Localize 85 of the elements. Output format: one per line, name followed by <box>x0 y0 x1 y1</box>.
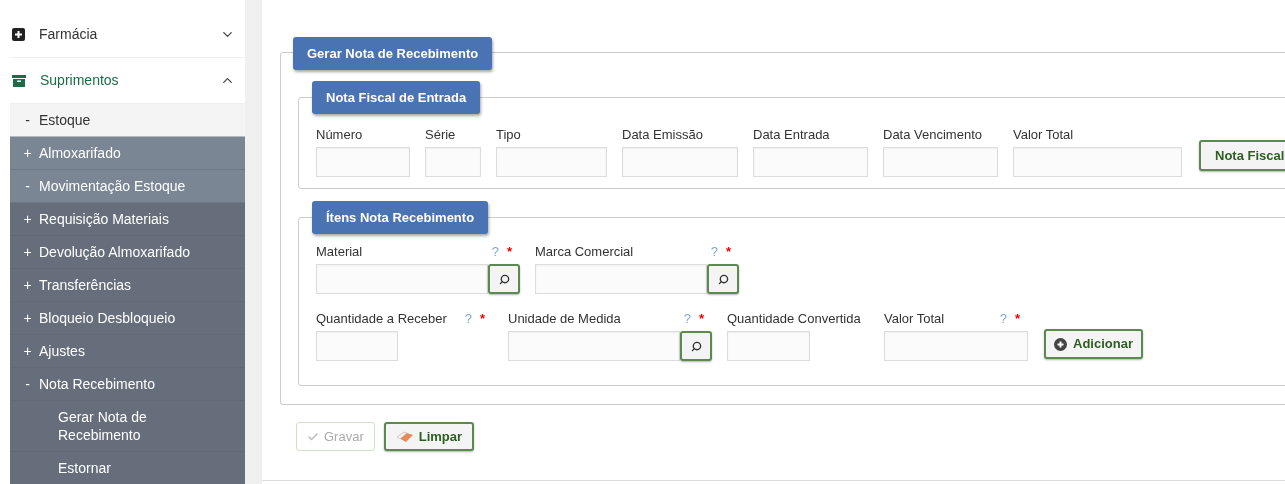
input-field[interactable] <box>884 331 1028 361</box>
sidebar-item-label: Bloqueio Desbloqueio <box>39 308 176 328</box>
sidebar-item-label: Estornar <box>58 459 112 477</box>
expand-marker: + <box>22 143 33 163</box>
sidebar-item[interactable]: + Devolução Almoxarifado <box>10 236 245 269</box>
sidebar-item-label: Ajustes <box>39 341 85 361</box>
eraser-icon <box>395 430 414 443</box>
help-mark[interactable]: ? <box>491 241 499 261</box>
required-mark: * <box>725 242 731 261</box>
search-button[interactable] <box>488 264 520 294</box>
check-icon <box>307 430 319 443</box>
help-mark[interactable]: ? <box>710 241 718 261</box>
search-icon <box>717 273 729 285</box>
input-field[interactable] <box>727 331 810 361</box>
expand-marker: - <box>24 110 31 130</box>
search-button[interactable] <box>680 331 712 361</box>
section-legend: Nota Fiscal de Entrada <box>312 81 481 114</box>
sidebar-item[interactable]: - Movimentação Estoque <box>10 170 245 203</box>
field-label: Unidade de Medida <box>508 309 621 328</box>
sidebar-item[interactable]: + Transferências <box>10 269 245 302</box>
plus-circle-icon <box>1054 337 1067 351</box>
sidebar-item[interactable]: + Ajustes <box>10 335 245 368</box>
sidebar-item[interactable]: Gerar Nota de Recebimento <box>10 401 245 452</box>
field-label: Data Emissão <box>622 126 704 144</box>
sidebar-item-label: Movimentação Estoque <box>39 176 186 196</box>
search-icon <box>498 273 510 285</box>
field-label: Valor Total <box>884 309 945 328</box>
help-mark[interactable]: ? <box>683 308 691 328</box>
sidebar-item-label: Devolução Almoxarifado <box>39 242 190 262</box>
field-label: Data Vencimento <box>883 126 983 144</box>
add-button[interactable]: Adicionar <box>1044 329 1143 359</box>
field-label: Marca Comercial <box>535 242 634 261</box>
search-button[interactable] <box>707 264 739 294</box>
expand-marker: + <box>22 341 33 361</box>
field-label: Número <box>316 126 364 144</box>
expand-marker: - <box>24 374 31 394</box>
expand-marker: + <box>22 308 33 328</box>
field-label: Data Entrada <box>753 126 831 144</box>
expand-marker: + <box>22 275 33 295</box>
sidebar-section[interactable]: Farmácia <box>10 12 245 58</box>
field-label: Material <box>316 242 363 261</box>
input-field[interactable] <box>883 147 998 177</box>
input-field[interactable] <box>622 147 738 177</box>
section-legend: Gerar Nota de Recebimento <box>293 37 493 70</box>
sidebar-item-label: Almoxarifado <box>39 143 121 163</box>
field-label: Valor Total <box>1013 126 1075 144</box>
sidebar-item[interactable]: Estornar <box>10 452 245 484</box>
sidebar-item[interactable]: - Estoque <box>10 104 245 137</box>
sidebar-item[interactable]: + Bloqueio Desbloqueio <box>10 302 245 335</box>
input-field[interactable] <box>753 147 868 177</box>
sidebar-item-label: Requisição Materiais <box>39 209 169 229</box>
input-field[interactable] <box>316 331 398 361</box>
nota-fiscal-button[interactable]: Nota Fiscal <box>1199 140 1285 171</box>
section-label: Farmácia <box>39 25 99 44</box>
input-field[interactable] <box>496 147 607 177</box>
required-mark: * <box>506 242 512 261</box>
input-field[interactable] <box>425 147 481 177</box>
input-field[interactable] <box>1013 147 1182 177</box>
required-mark: * <box>479 309 485 328</box>
search-icon <box>690 340 702 352</box>
input-field[interactable] <box>508 331 680 361</box>
input-field[interactable] <box>316 147 410 177</box>
expand-marker: + <box>22 242 33 262</box>
sidebar-item[interactable]: + Requisição Materiais <box>10 203 245 236</box>
field-label: Quantidade a Receber <box>316 309 447 328</box>
sidebar-item-label: Gerar Nota de Recebimento <box>58 408 148 444</box>
input-field[interactable] <box>535 264 707 294</box>
sidebar-item-label: Estoque <box>39 110 91 130</box>
sidebar-item-label: Nota Recebimento <box>39 374 155 394</box>
clear-button[interactable]: Limpar <box>383 422 475 451</box>
required-mark: * <box>1014 309 1020 328</box>
required-mark: * <box>698 309 704 328</box>
sidebar-item[interactable]: - Nota Recebimento <box>10 368 245 401</box>
section-label: Suprimentos <box>40 71 120 90</box>
expand-marker: + <box>22 209 33 229</box>
input-field[interactable] <box>316 264 488 294</box>
help-mark[interactable]: ? <box>999 308 1007 328</box>
expand-marker: - <box>24 176 31 196</box>
sidebar-item[interactable]: + Almoxarifado <box>10 137 245 170</box>
section-legend: Ítens Nota Recebimento <box>312 201 489 234</box>
field-label: Quantidade Convertida <box>727 309 861 328</box>
field-label: Tipo <box>496 126 522 144</box>
sidebar-item-label: Transferências <box>39 275 132 295</box>
field-label: Série <box>425 126 457 144</box>
help-mark[interactable]: ? <box>464 308 472 328</box>
